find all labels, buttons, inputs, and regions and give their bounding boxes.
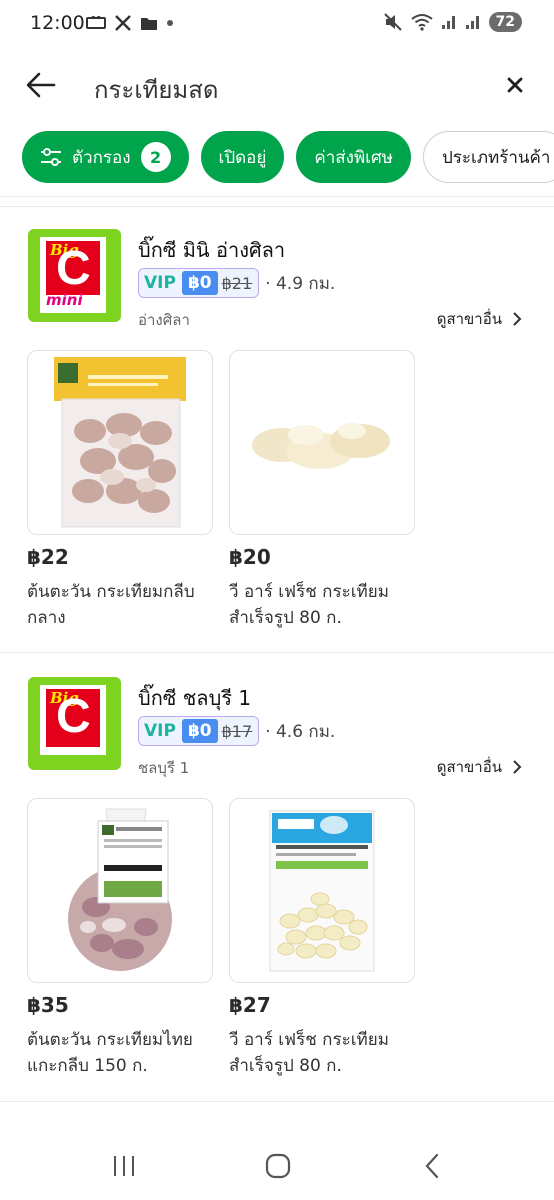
see-more-label: ดูสาขาอื่น	[436, 758, 502, 776]
product-card[interactable]: ฿27 วี อาร์ เฟร็ช กระเทียม สำเร็จรูป 80 …	[229, 798, 415, 1079]
product-card[interactable]: ฿35 ต้นตะวัน กระเทียมไทย แกะกลีบ 150 ก.	[27, 798, 213, 1079]
vip-label: VIP	[144, 721, 176, 741]
divider	[0, 196, 554, 197]
filter-chip-label: ประเภทร้านค้า	[441, 147, 551, 168]
product-card[interactable]: ฿20 วี อาร์ เฟร็ช กระเทียม สำเร็จรูป 80 …	[229, 350, 415, 631]
product-image	[27, 350, 213, 535]
filter-chip-open[interactable]: เปิดอยู่	[200, 131, 285, 183]
delivery-fee: ฿0	[181, 271, 218, 295]
system-icons: 72	[383, 12, 522, 32]
filter-chip-special-fee[interactable]: ค่าส่งพิเศษ	[296, 131, 411, 183]
tv-icon	[86, 16, 106, 30]
see-other-branches-link[interactable]: ดูสาขาอื่น	[437, 755, 522, 779]
wifi-icon	[410, 13, 433, 31]
mute-icon	[383, 12, 403, 32]
product-name: วี อาร์ เฟร็ช กระเทียม สำเร็จรูป 80 ก.	[229, 1030, 389, 1076]
delivery-badge-row: VIP ฿0 ฿17 · 4.6 กม.	[138, 716, 335, 746]
filter-count-badge: 2	[140, 142, 171, 172]
product-name: วี อาร์ เฟร็ช กระเทียม สำเร็จรูป 80 ก.	[229, 582, 389, 628]
see-other-branches-link[interactable]: ดูสาขาอื่น	[437, 307, 522, 331]
product-name: ต้นตะวัน กระเทียมไทย แกะกลีบ 150 ก.	[27, 1030, 193, 1076]
vip-label: VIP	[144, 273, 176, 293]
distance: · 4.6 กม.	[265, 721, 336, 742]
product-card[interactable]: ฿22 ต้นตะวัน กระเทียมกลีบกลาง	[27, 350, 213, 631]
logo-text: C	[56, 690, 91, 743]
store-logo[interactable]: Big C	[28, 677, 121, 770]
store-logo[interactable]: Big C mini	[28, 229, 121, 322]
product-image	[229, 350, 415, 535]
delivery-fee: ฿0	[181, 719, 218, 743]
product-price: ฿27	[229, 993, 271, 1017]
branch-name: ชลบุรี 1	[138, 759, 190, 777]
distance: · 4.9 กม.	[265, 273, 336, 294]
filter-chip-label: เปิดอยู่	[218, 147, 267, 168]
folder-icon	[140, 16, 158, 31]
filter-chip-label: ค่าส่งพิเศษ	[314, 147, 393, 168]
original-fee: ฿21	[221, 273, 253, 293]
chevron-right-icon	[513, 760, 522, 774]
product-price: ฿35	[27, 993, 69, 1017]
filter-chip-store-type[interactable]: ประเภทร้านค้า	[422, 131, 554, 183]
product-price: ฿20	[229, 545, 271, 569]
signal-icon-1	[441, 14, 457, 30]
back-arrow-icon[interactable]	[24, 70, 58, 100]
product-image	[229, 798, 415, 983]
original-fee: ฿17	[221, 721, 253, 741]
logo-text: mini	[46, 291, 83, 309]
home-icon[interactable]	[260, 1148, 296, 1184]
dot-icon	[166, 19, 174, 27]
product-price: ฿22	[27, 545, 69, 569]
recents-icon[interactable]	[106, 1148, 142, 1184]
divider	[0, 206, 554, 207]
divider	[0, 652, 554, 653]
chevron-right-icon	[513, 312, 522, 326]
filter-chip-label: ตัวกรอง	[72, 147, 131, 168]
status-bar: 12:00 72	[0, 0, 554, 52]
signal-icon-2	[465, 14, 481, 30]
x-icon	[114, 14, 132, 32]
filter-icon	[40, 148, 62, 166]
product-image	[27, 798, 213, 983]
filter-chip-filters[interactable]: ตัวกรอง 2	[22, 131, 189, 183]
battery-indicator: 72	[488, 12, 522, 32]
branch-name: อ่างศิลา	[138, 311, 190, 329]
search-header: กระเทียมสด	[0, 58, 554, 114]
status-time: 12:00	[30, 12, 85, 34]
vip-badge: VIP ฿0 ฿21	[138, 268, 260, 298]
logo-text: C	[56, 242, 91, 295]
filter-chips: ตัวกรอง 2 เปิดอยู่ ค่าส่งพิเศษ ประเภทร้า…	[22, 131, 554, 183]
vip-badge: VIP ฿0 ฿17	[138, 716, 260, 746]
store-name[interactable]: บิ๊กซี มินิ อ่างศิลา	[138, 234, 285, 266]
notification-icons	[86, 14, 174, 32]
divider	[0, 1101, 554, 1102]
see-more-label: ดูสาขาอื่น	[436, 310, 502, 328]
search-input[interactable]: กระเทียมสด	[94, 70, 218, 109]
product-name: ต้นตะวัน กระเทียมกลีบกลาง	[27, 582, 195, 628]
close-icon[interactable]	[502, 72, 528, 98]
system-navigation-bar	[0, 1130, 554, 1200]
delivery-badge-row: VIP ฿0 ฿21 · 4.9 กม.	[138, 268, 335, 298]
back-icon[interactable]	[414, 1148, 450, 1184]
store-name[interactable]: บิ๊กซี ชลบุรี 1	[138, 682, 251, 714]
